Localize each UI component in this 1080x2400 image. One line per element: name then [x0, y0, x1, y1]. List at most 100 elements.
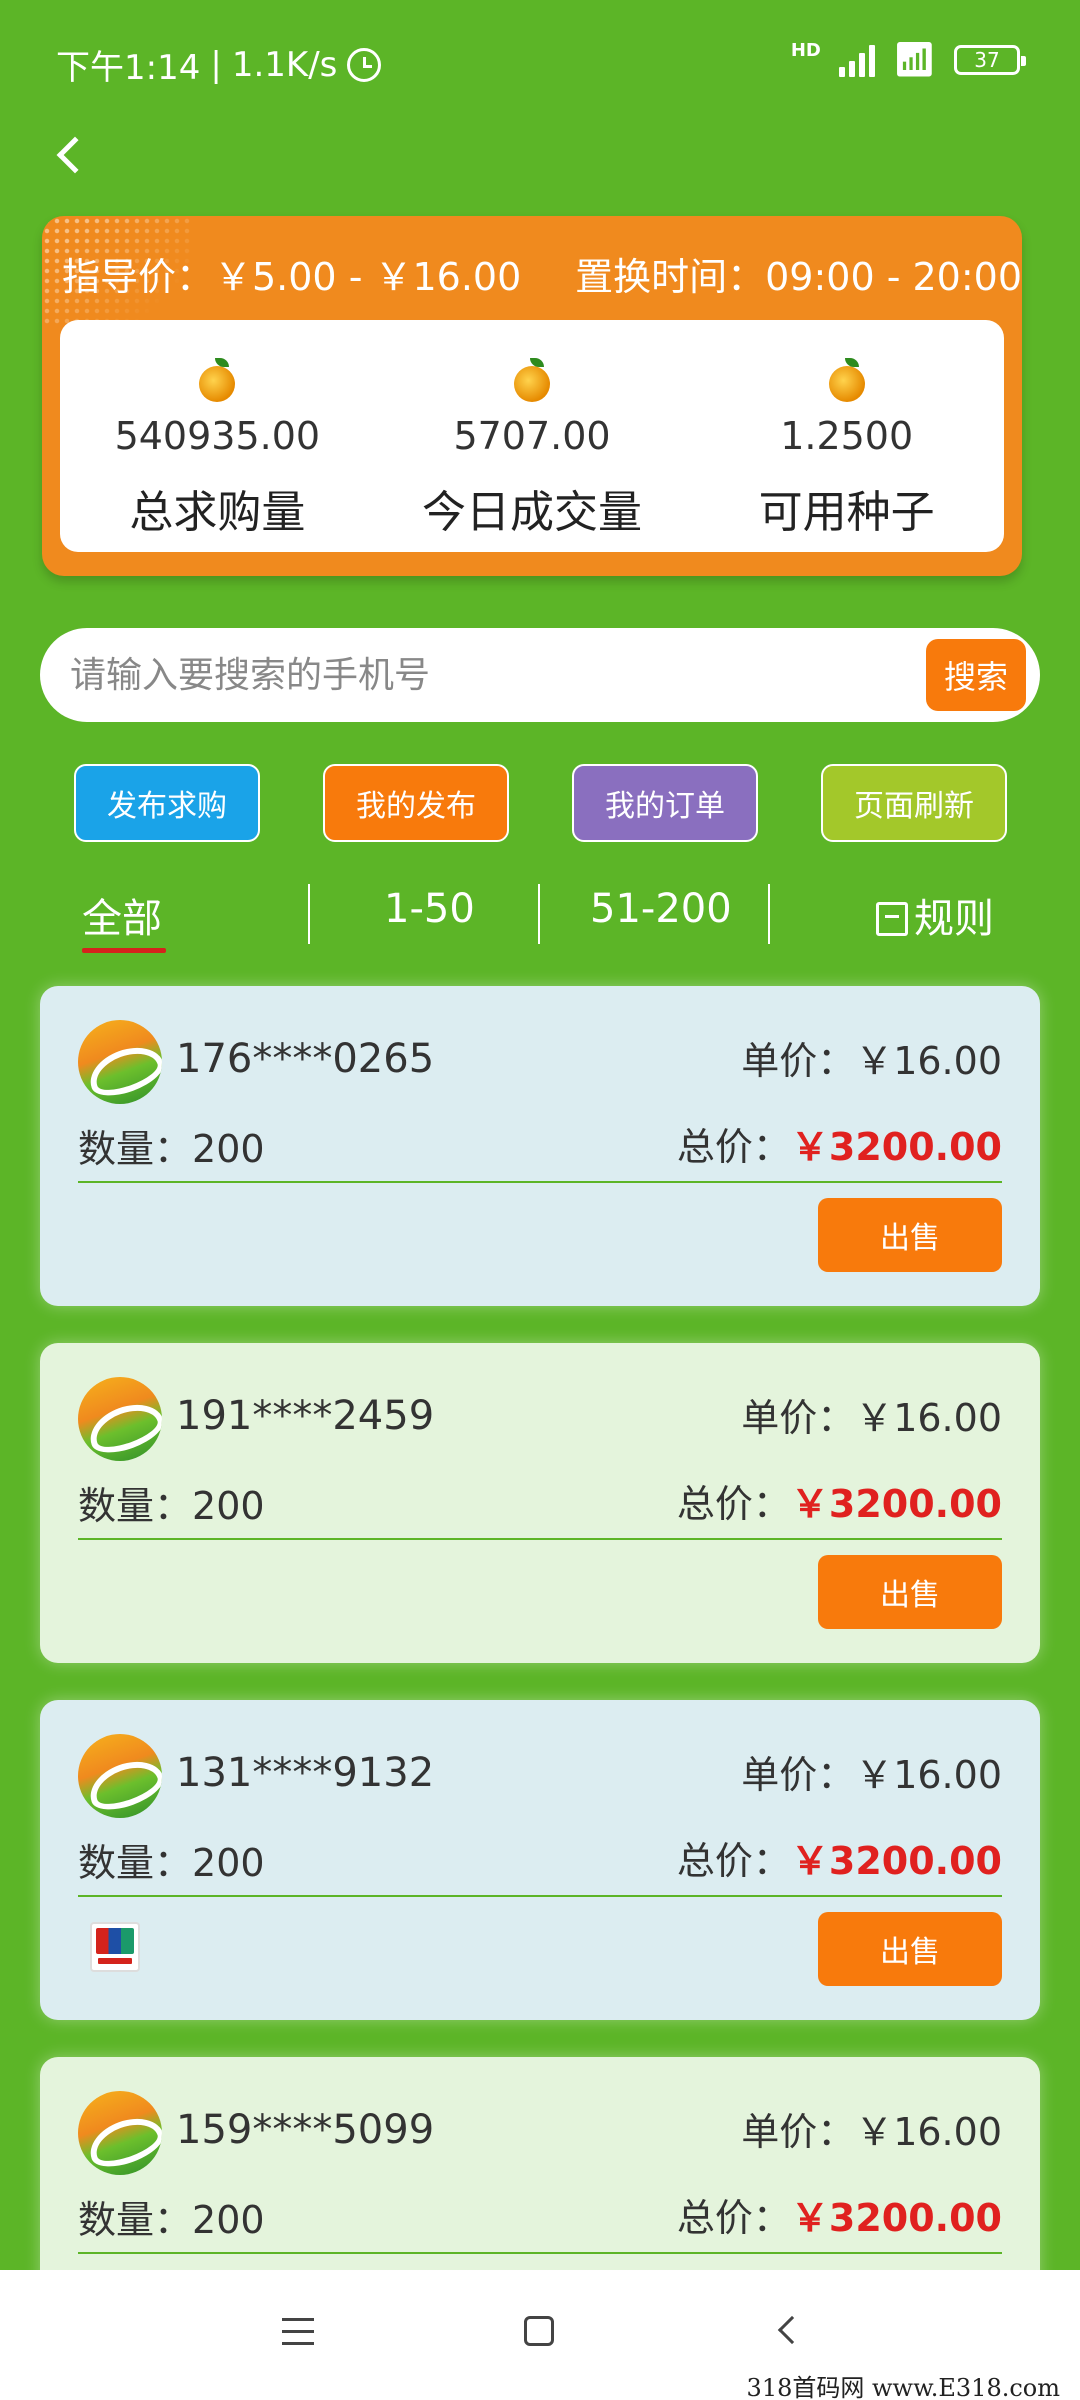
stat-label: 总求购量 — [129, 487, 306, 538]
refresh-button[interactable]: 页面刷新 — [821, 764, 1007, 842]
tab-all[interactable]: 全部 — [82, 886, 162, 944]
stat-value: 540935.00 — [114, 414, 321, 458]
action-buttons: 发布求购 我的发布 我的订单 页面刷新 — [0, 764, 1080, 842]
my-posts-button[interactable]: 我的发布 — [323, 764, 509, 842]
total-price-label: 总价： — [676, 1482, 791, 1526]
order-total-price: 总价：￥3200.00 — [677, 2187, 1002, 2242]
quantity-label: 数量： — [78, 1841, 193, 1885]
quantity-value: 200 — [192, 1127, 265, 1171]
battery-icon: 37 — [954, 45, 1026, 75]
fruit-icon — [199, 358, 236, 402]
card-divider — [78, 2252, 1002, 2254]
total-price-label: 总价： — [676, 1125, 791, 1169]
order-phone: 159****5099 — [176, 2107, 435, 2153]
watermark: 318首码网 www.E318.com — [746, 2374, 1060, 2400]
quantity-label: 数量： — [78, 2198, 193, 2242]
home-icon[interactable] — [524, 2316, 554, 2346]
order-card: 131****9132 数量：200 单价：￥16.00 总价：￥3200.00… — [40, 1700, 1040, 2020]
order-card: 176****0265 数量：200 单价：￥16.00 总价：￥3200.00… — [40, 986, 1040, 1306]
unit-price-label: 单价： — [741, 2110, 856, 2154]
user-logo-icon — [78, 1734, 162, 1818]
total-price-value: ￥3200.00 — [790, 2196, 1002, 2240]
stat-total-demand: 540935.00 总求购量 — [60, 320, 375, 552]
stat-label: 可用种子 — [758, 487, 935, 538]
user-logo-icon — [78, 2091, 162, 2175]
total-price-value: ￥3200.00 — [790, 1839, 1002, 1883]
quantity-label: 数量： — [78, 1484, 193, 1528]
quantity-label: 数量： — [78, 1127, 193, 1171]
nav-back-icon[interactable] — [777, 2315, 807, 2345]
alarm-icon — [347, 47, 382, 82]
order-quantity: 数量：200 — [78, 2189, 265, 2244]
sell-button[interactable]: 出售 — [818, 1555, 1002, 1629]
stat-today-volume: 5707.00 今日成交量 — [375, 320, 690, 552]
tab-divider — [538, 884, 540, 944]
status-separator: | — [210, 44, 222, 85]
search-button[interactable]: 搜索 — [926, 639, 1026, 711]
my-orders-button[interactable]: 我的订单 — [572, 764, 758, 842]
total-price-value: ￥3200.00 — [790, 1125, 1002, 1169]
tab-1-50[interactable]: 1-50 — [384, 886, 475, 932]
sell-button[interactable]: 出售 — [818, 1198, 1002, 1272]
chevron-left-icon — [56, 136, 94, 174]
stat-value: 5707.00 — [453, 414, 611, 458]
publish-request-button[interactable]: 发布求购 — [74, 764, 260, 842]
guide-price: 指导价：￥5.00 - ￥16.00 — [62, 255, 522, 299]
quantity-value: 200 — [192, 1484, 265, 1528]
unit-price-value: ￥16.00 — [855, 1396, 1002, 1440]
unit-price-label: 单价： — [741, 1039, 856, 1083]
search-input[interactable] — [70, 640, 920, 710]
order-quantity: 数量：200 — [78, 1475, 265, 1530]
hd-label: HD — [790, 40, 821, 61]
quantity-value: 200 — [192, 1841, 265, 1885]
order-total-price: 总价：￥3200.00 — [677, 1116, 1002, 1171]
fruit-icon — [514, 358, 550, 402]
stat-label: 今日成交量 — [422, 487, 642, 538]
status-left: 下午1:14 | 1.1K/s — [56, 40, 382, 89]
tab-rules[interactable]: 规则 — [876, 886, 994, 944]
order-quantity: 数量：200 — [78, 1832, 265, 1887]
unit-price-value: ￥16.00 — [855, 1039, 1002, 1083]
card-divider — [78, 1895, 1002, 1897]
order-card: 191****2459 数量：200 单价：￥16.00 总价：￥3200.00… — [40, 1343, 1040, 1663]
signal-icon — [838, 43, 875, 77]
unionpay-icon — [90, 1922, 140, 1972]
filter-tabs: 全部 1-50 51-200 规则 — [0, 878, 1080, 958]
unit-price-label: 单价： — [741, 1396, 856, 1440]
status-right: HD 📶︎ 37 — [790, 40, 1026, 80]
stat-value: 1.2500 — [780, 414, 914, 458]
unit-price-value: ￥16.00 — [855, 2110, 1002, 2154]
summary-stats: 540935.00 总求购量 5707.00 今日成交量 1.2500 可用种子 — [60, 320, 1004, 552]
order-unit-price: 单价：￥16.00 — [741, 2101, 1002, 2156]
search-bar: 搜索 — [40, 628, 1040, 722]
total-price-label: 总价： — [676, 2196, 791, 2240]
total-price-value: ￥3200.00 — [790, 1482, 1002, 1526]
card-divider — [78, 1538, 1002, 1540]
card-divider — [78, 1181, 1002, 1183]
unit-price-value: ￥16.00 — [855, 1753, 1002, 1797]
order-total-price: 总价：￥3200.00 — [677, 1473, 1002, 1528]
tab-51-200[interactable]: 51-200 — [590, 886, 732, 932]
unit-price-label: 单价： — [741, 1753, 856, 1797]
user-logo-icon — [78, 1020, 162, 1104]
summary-card: 指导价：￥5.00 - ￥16.00 置换时间：09:00 - 20:00 54… — [42, 216, 1022, 576]
order-total-price: 总价：￥3200.00 — [677, 1830, 1002, 1885]
status-bar: 下午1:14 | 1.1K/s HD 📶︎ 37 — [0, 0, 1080, 120]
fruit-icon — [828, 358, 865, 402]
menu-icon[interactable] — [282, 2318, 314, 2346]
tab-divider — [308, 884, 310, 944]
order-phone: 176****0265 — [176, 1036, 435, 1082]
sell-button[interactable]: 出售 — [818, 1912, 1002, 1986]
order-quantity: 数量：200 — [78, 1118, 265, 1173]
status-time: 下午1:14 — [56, 48, 201, 88]
back-button[interactable] — [40, 125, 100, 185]
battery-level: 37 — [974, 48, 1000, 72]
order-phone: 191****2459 — [176, 1393, 435, 1439]
wifi-icon: 📶︎ — [892, 40, 936, 80]
summary-header: 指导价：￥5.00 - ￥16.00 置换时间：09:00 - 20:00 — [62, 246, 1022, 301]
tab-active-indicator — [82, 948, 166, 953]
quantity-value: 200 — [192, 2198, 265, 2242]
stat-available-seeds: 1.2500 可用种子 — [689, 320, 1004, 552]
order-unit-price: 单价：￥16.00 — [741, 1387, 1002, 1442]
order-phone: 131****9132 — [176, 1750, 435, 1796]
